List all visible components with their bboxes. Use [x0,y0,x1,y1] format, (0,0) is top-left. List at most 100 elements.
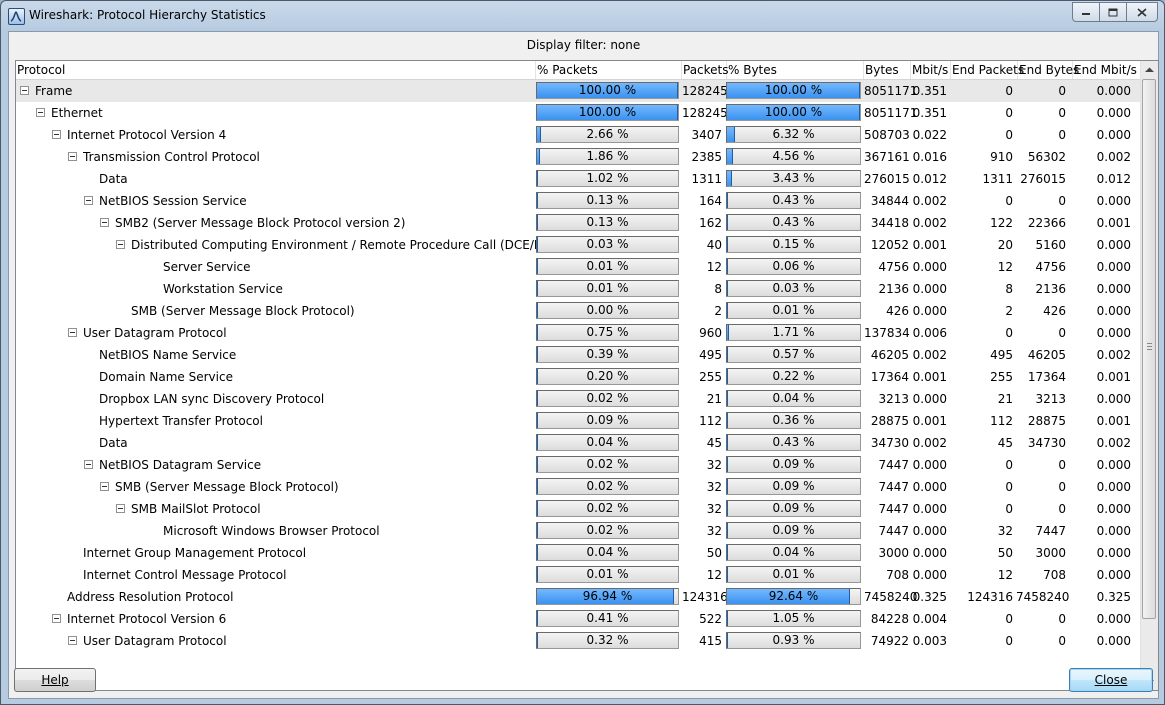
column-header-end-packets[interactable]: End Packets [951,61,1024,79]
help-button[interactable]: Help [14,668,96,692]
bytes-cell: 34844 [870,194,909,208]
packets-cell: 128245 [682,84,728,98]
pct-packets-bar: 0.04 % [536,544,679,561]
chevron-up-icon [1145,67,1154,72]
table-row[interactable]: Workstation Service 0.01 % 8 0.03 % 2136 0.00… [16,278,1141,300]
column-header-pct-packets[interactable]: % Packets [536,61,682,79]
scroll-up-arrow[interactable] [1141,61,1158,78]
table-row[interactable]: Dropbox LAN sync Discovery Protocol 0.02 … [16,388,1141,410]
collapse-toggle-icon[interactable] [68,328,77,337]
table-row[interactable]: NetBIOS Name Service 0.39 % 495 0.57 % 46205… [16,344,1141,366]
packets-cell: 522 [699,612,722,626]
mbits-cell: 0.351 [912,106,947,120]
pct-packets-bar-text: 0.01 % [586,567,629,581]
table-row[interactable]: Server Service 0.01 % 12 0.06 % 4756 0.000 12 4… [16,256,1141,278]
collapse-toggle-icon[interactable] [116,504,125,513]
table-row[interactable]: Internet Control Message Protocol 0.01 % 1… [16,564,1141,586]
end-packets-cell: 12 [997,568,1013,582]
protocol-name: Internet Control Message Protocol [83,568,287,582]
collapse-toggle-icon[interactable] [52,130,61,139]
table-row[interactable]: Data 1.02 % 1311 3.43 % 276015 0.012 1311 27601… [16,168,1141,190]
column-header-end-mbits[interactable]: End Mbit/s [1073,61,1141,79]
maximize-button[interactable] [1099,2,1127,22]
table-row[interactable]: Distributed Computing Environment / Remo… [16,234,1141,256]
column-header-bytes[interactable]: Bytes [864,61,911,79]
vertical-scrollbar[interactable] [1140,61,1158,690]
pct-bytes-bar-text: 1.05 % [772,611,815,625]
table-row[interactable]: Address Resolution Protocol 96.94 % 124316… [16,586,1141,608]
table-row[interactable]: Internet Group Management Protocol 0.04 %… [16,542,1141,564]
table-row[interactable]: Internet Protocol Version 6 0.41 % 522 1.05… [16,608,1141,630]
protocol-tree-table[interactable]: Protocol % Packets Packets % Bytes Bytes… [15,60,1159,691]
pct-packets-bar: 0.32 % [536,632,679,649]
table-row[interactable]: Microsoft Windows Browser Protocol 0.02 %… [16,520,1141,542]
end-mbits-cell: 0.002 [1096,436,1131,450]
display-filter-label: Display filter: none [526,38,641,52]
collapse-toggle-icon[interactable] [68,152,77,161]
end-mbits-cell: 0.000 [1096,304,1131,318]
table-row[interactable]: Ethernet 100.00 % 128245 100.00 % 8051171 0.3… [16,102,1141,124]
table-row[interactable]: NetBIOS Session Service 0.13 % 164 0.43 % 34… [16,190,1141,212]
pct-packets-bar-text: 0.02 % [586,501,629,515]
maximize-icon [1108,8,1118,16]
end-packets-cell: 495 [990,348,1013,362]
bytes-cell: 3000 [878,546,909,560]
mbits-cell: 0.002 [912,436,947,450]
collapse-toggle-icon[interactable] [116,240,125,249]
protocol-rows: Frame 100.00 % 128245 100.00 % 8051171 0.351 0… [16,80,1141,652]
collapse-toggle-icon[interactable] [100,218,109,227]
mbits-cell: 0.002 [912,194,947,208]
table-row[interactable]: User Datagram Protocol 0.32 % 415 0.93 % 749… [16,630,1141,652]
protocol-name: Server Service [163,260,251,274]
end-bytes-cell: 22366 [1027,216,1066,230]
window-title: Wireshark: Protocol Hierarchy Statistics [29,8,266,22]
pct-packets-bar-text: 1.02 % [586,171,629,185]
pct-bytes-bar: 0.03 % [726,280,861,297]
table-row[interactable]: Frame 100.00 % 128245 100.00 % 8051171 0.351 0… [16,80,1141,102]
end-mbits-cell: 0.000 [1096,524,1131,538]
column-header-mbits[interactable]: Mbit/s [911,61,951,79]
collapse-toggle-icon[interactable] [84,196,93,205]
end-mbits-cell: 0.002 [1096,150,1131,164]
collapse-toggle-icon[interactable] [52,614,61,623]
table-row[interactable]: Domain Name Service 0.20 % 255 0.22 % 17364 0… [16,366,1141,388]
pct-bytes-bar: 0.09 % [726,500,861,517]
table-row[interactable]: User Datagram Protocol 0.75 % 960 1.71 % 137… [16,322,1141,344]
table-row[interactable]: SMB (Server Message Block Protocol) 0.00 … [16,300,1141,322]
table-row[interactable]: SMB2 (Server Message Block Protocol vers… [16,212,1141,234]
packets-cell: 162 [699,216,722,230]
pct-packets-bar: 96.94 % [536,588,679,605]
collapse-toggle-icon[interactable] [68,636,77,645]
collapse-toggle-icon[interactable] [20,86,29,95]
table-row[interactable]: Transmission Control Protocol 1.86 % 2385 4… [16,146,1141,168]
column-header-end-bytes[interactable]: End Bytes [1018,61,1079,79]
close-window-button[interactable] [1126,2,1158,22]
mbits-cell: 0.000 [912,480,947,494]
table-row[interactable]: NetBIOS Datagram Service 0.02 % 32 0.09 % 74… [16,454,1141,476]
end-bytes-cell: 34730 [1027,436,1066,450]
end-bytes-cell: 3213 [1035,392,1066,406]
packets-cell: 32 [706,458,722,472]
packets-cell: 32 [706,480,722,494]
column-header-packets[interactable]: Packets [682,61,729,79]
table-row[interactable]: SMB (Server Message Block Protocol) 0.02 … [16,476,1141,498]
column-header-pct-bytes[interactable]: % Bytes [727,61,864,79]
collapse-toggle-icon[interactable] [36,108,45,117]
column-header-protocol[interactable]: Protocol [16,61,536,79]
pct-bytes-bar: 3.43 % [726,170,861,187]
end-bytes-cell: 0 [1058,84,1066,98]
table-row[interactable]: Data 0.04 % 45 0.43 % 34730 0.002 45 34730 0.002 [16,432,1141,454]
table-row[interactable]: Hypertext Transfer Protocol 0.09 % 112 0.36… [16,410,1141,432]
end-bytes-cell: 7447 [1035,524,1066,538]
minimize-button[interactable] [1072,2,1100,22]
title-bar[interactable]: Wireshark: Protocol Hierarchy Statistics [1,1,1164,31]
collapse-toggle-icon[interactable] [100,482,109,491]
pct-packets-bar: 0.09 % [536,412,679,429]
table-row[interactable]: SMB MailSlot Protocol 0.02 % 32 0.09 % 7447 0… [16,498,1141,520]
pct-bytes-bar: 0.57 % [726,346,861,363]
table-row[interactable]: Internet Protocol Version 4 2.66 % 3407 6.3… [16,124,1141,146]
end-mbits-cell: 0.001 [1096,414,1131,428]
close-button[interactable]: Close [1069,668,1153,692]
scroll-thumb[interactable] [1142,79,1156,619]
collapse-toggle-icon[interactable] [84,460,93,469]
